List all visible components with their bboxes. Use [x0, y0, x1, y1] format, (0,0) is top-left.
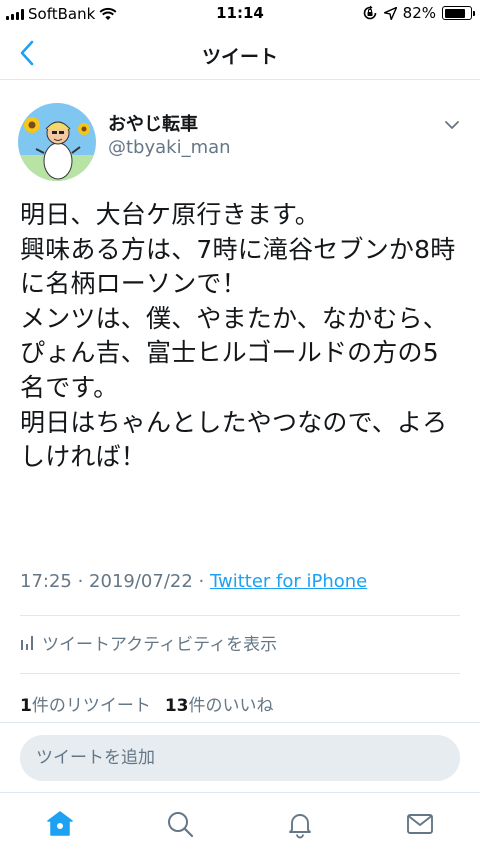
activity-label: ツイートアクティビティを表示 — [42, 635, 278, 655]
wifi-icon — [99, 7, 117, 20]
meta-separator: · — [71, 571, 90, 592]
retweet-count[interactable]: 1件のリツイート — [20, 691, 151, 716]
location-arrow-icon — [383, 6, 397, 20]
bell-icon — [289, 814, 311, 839]
tweet-client-link[interactable]: Twitter for iPhone — [210, 571, 367, 592]
tweet-stats: 1件のリツイート 13件のいいね — [20, 691, 274, 716]
tab-messages[interactable] — [390, 807, 450, 841]
rotation-lock-icon — [363, 5, 376, 20]
battery-percent: 82% — [402, 4, 436, 22]
nav-bar: ツイート — [0, 28, 480, 80]
tweet-text: 明日、大台ケ原行きます。 興味ある方は、7時に滝谷セブンか8時に名柄ローソンで！… — [20, 200, 456, 472]
tab-home[interactable] — [30, 807, 90, 841]
tab-bar — [0, 792, 480, 854]
signal-icon — [6, 8, 24, 20]
divider — [20, 673, 460, 674]
like-count[interactable]: 13件のいいね — [165, 691, 274, 716]
tab-search[interactable] — [150, 807, 210, 841]
reply-input[interactable] — [20, 735, 460, 781]
battery-icon — [442, 6, 475, 20]
avatar[interactable] — [18, 103, 96, 181]
retweet-count-value: 1 — [20, 696, 32, 716]
tweet-date: 2019/07/22 — [89, 571, 193, 592]
like-count-value: 13 — [164, 696, 189, 716]
status-left: SoftBank — [6, 5, 117, 23]
tweet-meta: 17:25 · 2019/07/22 · Twitter for iPhone — [20, 571, 367, 592]
tweet-time: 17:25 — [20, 571, 72, 592]
more-options-button[interactable] — [440, 113, 464, 137]
status-bar: SoftBank 11:14 82% — [0, 0, 480, 28]
status-right: 82% — [362, 4, 475, 22]
chevron-down-icon — [445, 121, 459, 129]
tweet-activity-link[interactable]: ツイートアクティビティを表示 — [20, 630, 277, 655]
home-icon — [47, 811, 73, 836]
author-handle[interactable]: @tbyaki_man — [108, 137, 231, 158]
like-label: 件のいいね — [188, 696, 274, 716]
divider — [20, 615, 460, 616]
tab-notifications[interactable] — [270, 807, 330, 841]
retweet-label: 件のリツイート — [31, 696, 151, 716]
tweet-header: おやじ転車 @tbyaki_man — [0, 95, 480, 185]
page-title: ツイート — [201, 46, 278, 68]
mail-icon — [407, 814, 433, 834]
carrier-label: SoftBank — [28, 5, 96, 23]
bar-chart-icon — [21, 635, 33, 650]
author-display-name[interactable]: おやじ転車 — [108, 110, 198, 136]
reply-bar — [0, 722, 480, 792]
battery-level — [444, 8, 465, 18]
search-icon — [168, 812, 194, 838]
meta-separator: · — [192, 571, 210, 592]
avatar-image — [18, 103, 96, 181]
